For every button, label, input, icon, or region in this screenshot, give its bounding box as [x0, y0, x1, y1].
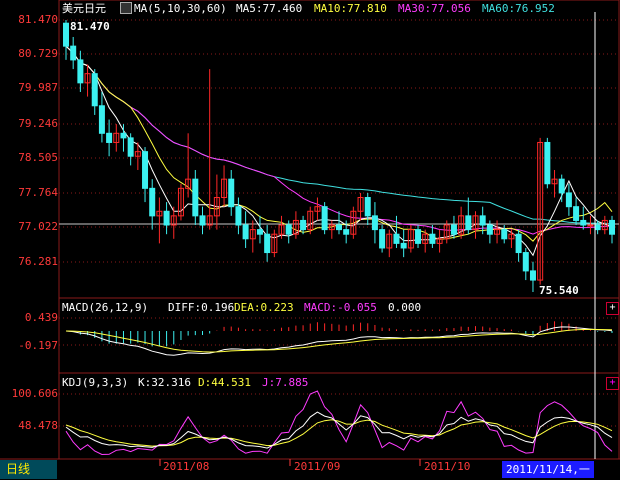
candle-body — [120, 132, 127, 139]
ma30-value: MA30:77.056 — [398, 2, 471, 15]
price-axis-label: 77.022 — [18, 220, 58, 233]
macd-title: MACD(26,12,9) — [62, 301, 149, 314]
candle-body — [580, 219, 587, 226]
date-axis-label: 2011/09 — [294, 460, 341, 473]
candle-body — [594, 224, 601, 231]
candle-body — [479, 215, 486, 226]
candle-body — [565, 192, 572, 208]
macd-axis-label: -0.197 — [18, 339, 58, 352]
price-axis-label: 76.281 — [18, 255, 58, 268]
candle-body — [192, 178, 199, 217]
candle-body — [486, 224, 493, 235]
kdj-title: KDJ(9,3,3) — [62, 376, 129, 389]
price-axis-label: 81.470 — [18, 13, 58, 26]
kdj-k: K:32.316 — [138, 376, 191, 389]
candle-body — [400, 242, 407, 249]
price-axis-label: 79.246 — [18, 117, 58, 130]
candle-body — [300, 219, 307, 231]
date-axis-label: 2011/08 — [163, 460, 210, 473]
candle-body — [199, 215, 206, 226]
date-axis-label: 2011/10 — [424, 460, 471, 473]
candle-body — [515, 233, 522, 254]
candle-body — [285, 224, 292, 235]
candle-body — [429, 233, 436, 244]
price-axis-label: 77.764 — [18, 186, 58, 199]
kdj-j: J:7.885 — [262, 376, 309, 389]
candle-body — [558, 178, 565, 194]
candle-body — [127, 137, 134, 157]
candle-body — [142, 151, 149, 189]
macd-diff-line — [65, 326, 613, 356]
candle-body — [336, 224, 342, 231]
candle-body — [235, 206, 242, 226]
candle-body — [264, 233, 271, 254]
ma60-value: MA60:76.952 — [482, 2, 555, 15]
candle-body — [465, 215, 472, 231]
macd-axis-label: 0.439 — [24, 311, 58, 324]
ma30-line — [65, 45, 613, 235]
candle-body — [242, 224, 249, 240]
candle-body — [256, 229, 263, 235]
max-price-marker: 81.470 — [70, 20, 110, 33]
candle-body — [379, 229, 386, 249]
ma-params: MA(5,10,30,60) — [134, 2, 227, 15]
candle-body — [321, 206, 328, 231]
candle-body — [573, 206, 580, 221]
candle-body — [70, 45, 77, 61]
min-price-marker: 75.540 — [539, 284, 579, 297]
macd-expand-button[interactable]: + — [606, 302, 619, 315]
period-tab-daily[interactable]: 日线 — [0, 460, 57, 479]
chart-window[interactable]: 美元日元 MA(5,10,30,60) MA5:77.460 MA10:77.8… — [0, 0, 620, 480]
candle-body — [149, 187, 156, 217]
candle-body — [106, 132, 113, 143]
candle-body — [77, 59, 84, 84]
kdj-axis-label: 48.478 — [18, 419, 58, 432]
candle-body — [450, 224, 457, 235]
candle-body — [393, 233, 400, 244]
candle-body — [91, 73, 98, 107]
cursor-date-readout: 2011/11/14,一 — [502, 461, 594, 478]
ma10-value: MA10:77.810 — [314, 2, 387, 15]
candle-body — [63, 22, 69, 47]
candle-body — [415, 229, 422, 244]
candle-body — [163, 210, 170, 226]
candle-body — [364, 197, 371, 217]
chart-canvas[interactable] — [0, 0, 620, 480]
candle-body — [371, 215, 378, 231]
candle-body — [228, 178, 235, 208]
candle-body — [529, 270, 536, 281]
kdj-expand-button[interactable]: + — [606, 377, 619, 390]
candle-body — [544, 141, 551, 185]
price-axis-label: 80.729 — [18, 47, 58, 60]
candle-body — [98, 105, 105, 134]
symbol-title: 美元日元 — [62, 2, 106, 15]
price-axis-label: 79.987 — [18, 81, 58, 94]
macd-value: MACD:-0.055 — [304, 301, 377, 314]
macd-dea: DEA:0.223 — [234, 301, 294, 314]
candle-body — [522, 252, 529, 272]
kdj-d: D:44.531 — [198, 376, 251, 389]
candle-body — [609, 219, 615, 235]
kdj-axis-label: 100.606 — [11, 387, 58, 400]
chart-toggle-icon[interactable] — [120, 2, 132, 14]
candle-body — [501, 229, 508, 240]
candle-body — [587, 224, 594, 227]
candle-body — [343, 229, 350, 235]
price-axis-label: 78.505 — [18, 151, 58, 164]
macd-zero: 0.000 — [388, 301, 422, 314]
kdj-j-line — [65, 390, 613, 456]
ma5-value: MA5:77.460 — [236, 2, 303, 15]
macd-diff: DIFF:0.196 — [168, 301, 235, 314]
